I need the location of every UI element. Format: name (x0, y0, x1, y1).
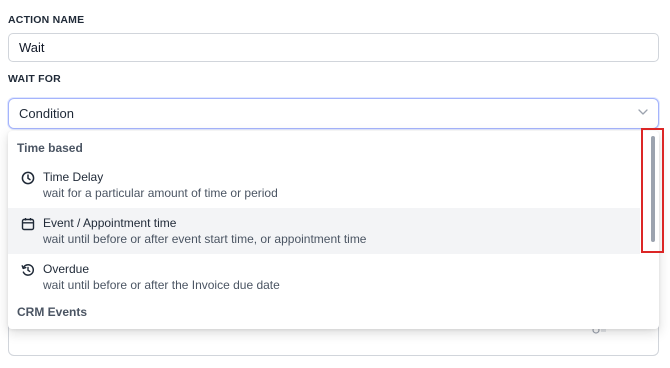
action-name-label: ACTION NAME (8, 14, 85, 26)
chevron-down-icon (636, 105, 650, 119)
group-header-crm-events: CRM Events (17, 305, 88, 319)
wait-for-selected-value: Condition (19, 106, 74, 121)
history-icon (21, 263, 35, 277)
scrollbar-thumb[interactable] (651, 136, 655, 242)
wait-for-dropdown-menu: Time based Time Delay wait for a particu… (8, 131, 659, 329)
dropdown-scrollbar[interactable] (647, 131, 659, 329)
option-event-appointment-time[interactable]: Event / Appointment time wait until befo… (8, 208, 640, 254)
wait-for-select[interactable]: Condition (8, 98, 659, 129)
option-description: wait until before or after the Invoice d… (43, 278, 280, 292)
option-description: wait for a particular amount of time or … (43, 186, 278, 200)
option-title: Overdue (43, 262, 90, 276)
option-description: wait until before or after event start t… (43, 232, 367, 246)
group-header-time-based: Time based (17, 141, 83, 155)
option-title: Event / Appointment time (43, 216, 177, 230)
option-overdue[interactable]: Overdue wait until before or after the I… (8, 254, 640, 300)
option-title: Time Delay (43, 170, 104, 184)
clock-icon (21, 171, 35, 185)
option-time-delay[interactable]: Time Delay wait for a particular amount … (8, 162, 640, 208)
calendar-icon (21, 217, 35, 231)
action-name-input[interactable]: Wait (8, 33, 659, 62)
wait-for-label: WAIT FOR (8, 73, 61, 85)
